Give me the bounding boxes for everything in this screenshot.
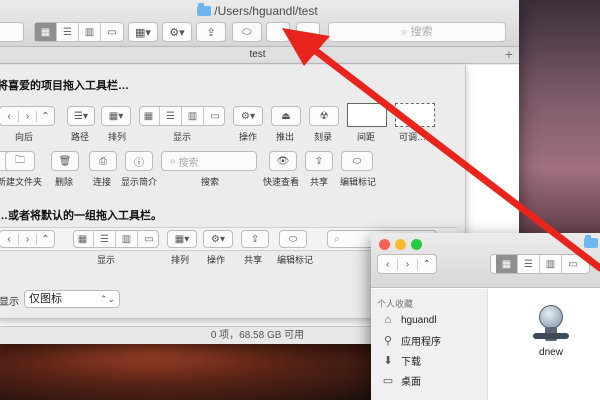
annotation-arrow: [282, 28, 600, 272]
arrow-shaft: [308, 44, 600, 272]
